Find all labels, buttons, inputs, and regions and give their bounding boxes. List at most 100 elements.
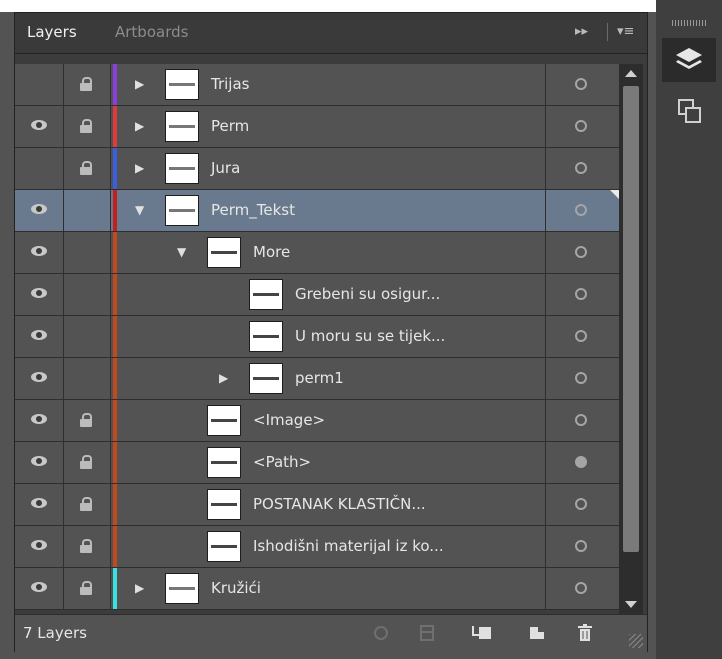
target-column[interactable] <box>545 232 619 273</box>
visibility-toggle[interactable] <box>15 568 64 609</box>
layer-row[interactable]: POSTANAK KLASTIČN... <box>15 484 619 526</box>
disclosure-right-icon[interactable]: ▶ <box>219 371 228 385</box>
target-circle-icon[interactable] <box>575 456 587 468</box>
layer-row[interactable]: Ishodišni materijal iz ko... <box>15 526 619 568</box>
lock-toggle[interactable] <box>64 358 111 399</box>
lock-toggle[interactable] <box>64 148 111 189</box>
target-circle-icon[interactable] <box>575 246 587 258</box>
layer-row[interactable]: ▼ More <box>15 232 619 274</box>
visibility-toggle[interactable] <box>15 106 64 147</box>
target-circle-icon[interactable] <box>575 204 587 216</box>
layers-panel-button[interactable] <box>662 38 716 82</box>
visibility-toggle[interactable] <box>15 64 64 105</box>
lock-toggle[interactable] <box>64 274 111 315</box>
visibility-toggle[interactable] <box>15 400 64 441</box>
lock-toggle[interactable] <box>64 316 111 357</box>
target-circle-icon[interactable] <box>575 540 587 552</box>
visibility-toggle[interactable] <box>15 526 64 567</box>
lock-toggle[interactable] <box>64 64 111 105</box>
artboards-panel-button[interactable] <box>662 90 716 134</box>
layer-row[interactable]: ▶ Kružići <box>15 568 619 610</box>
lock-toggle[interactable] <box>64 568 111 609</box>
scroll-down-arrow-icon[interactable] <box>625 601 637 608</box>
layer-name[interactable]: More <box>253 243 290 261</box>
layer-row[interactable]: ▼ Perm_Tekst <box>15 190 619 232</box>
lock-toggle[interactable] <box>64 106 111 147</box>
disclosure-right-icon[interactable]: ▶ <box>135 161 144 175</box>
target-column[interactable] <box>545 316 619 357</box>
resize-grip[interactable] <box>629 634 643 648</box>
layer-row[interactable]: <Path> <box>15 442 619 484</box>
target-column[interactable] <box>545 484 619 525</box>
target-column[interactable] <box>545 274 619 315</box>
layer-name[interactable]: Perm_Tekst <box>211 201 295 219</box>
visibility-toggle[interactable] <box>15 232 64 273</box>
fast-forward-icon[interactable]: ▸▸ <box>575 24 588 39</box>
scroll-up-arrow-icon[interactable] <box>625 70 637 77</box>
tab-layers[interactable]: Layers <box>15 13 99 54</box>
layer-name[interactable]: <Path> <box>253 453 311 471</box>
target-column[interactable] <box>545 400 619 441</box>
layer-name[interactable]: U moru su se tijek... <box>295 327 445 345</box>
visibility-toggle[interactable] <box>15 484 64 525</box>
target-column[interactable] <box>545 106 619 147</box>
layer-row[interactable]: Grebeni su osigur... <box>15 274 619 316</box>
layer-row[interactable]: ▶ Jura <box>15 148 619 190</box>
disclosure-right-icon[interactable]: ▶ <box>135 77 144 91</box>
target-circle-icon[interactable] <box>575 498 587 510</box>
delete-icon[interactable] <box>575 623 595 643</box>
layer-row[interactable]: U moru su se tijek... <box>15 316 619 358</box>
disclosure-down-icon[interactable]: ▼ <box>177 245 186 259</box>
locate-object-icon[interactable] <box>371 623 391 643</box>
layer-name[interactable]: Trijas <box>211 75 249 93</box>
layer-name[interactable]: Ishodišni materijal iz ko... <box>253 537 444 555</box>
layer-name[interactable]: Jura <box>211 159 240 177</box>
target-circle-icon[interactable] <box>575 288 587 300</box>
layer-name[interactable]: POSTANAK KLASTIČN... <box>253 495 426 513</box>
layers-scrollbar[interactable] <box>619 64 643 614</box>
target-circle-icon[interactable] <box>575 330 587 342</box>
layer-name[interactable]: Kružići <box>211 579 261 597</box>
disclosure-right-icon[interactable]: ▶ <box>135 581 144 595</box>
lock-toggle[interactable] <box>64 190 111 231</box>
target-circle-icon[interactable] <box>575 582 587 594</box>
tab-artboards[interactable]: Artboards <box>115 23 188 41</box>
lock-toggle[interactable] <box>64 442 111 483</box>
visibility-toggle[interactable] <box>15 358 64 399</box>
visibility-toggle[interactable] <box>15 316 64 357</box>
target-circle-icon[interactable] <box>575 162 587 174</box>
visibility-toggle[interactable] <box>15 190 64 231</box>
layer-name[interactable]: <Image> <box>253 411 325 429</box>
visibility-toggle[interactable] <box>15 442 64 483</box>
create-new-layer-icon[interactable] <box>527 623 547 643</box>
layer-row[interactable]: ▶ Perm <box>15 106 619 148</box>
target-circle-icon[interactable] <box>575 120 587 132</box>
target-column[interactable] <box>545 568 619 609</box>
layer-name[interactable]: Perm <box>211 117 249 135</box>
visibility-toggle[interactable] <box>15 274 64 315</box>
create-sublayer-icon[interactable] <box>471 623 495 643</box>
layer-row[interactable]: <Image> <box>15 400 619 442</box>
dock-grip[interactable] <box>672 20 708 26</box>
layer-row[interactable]: ▶ perm1 <box>15 358 619 400</box>
target-column[interactable] <box>545 64 619 105</box>
lock-toggle[interactable] <box>64 232 111 273</box>
lock-toggle[interactable] <box>64 400 111 441</box>
target-column[interactable] <box>545 442 619 483</box>
visibility-toggle[interactable] <box>15 148 64 189</box>
disclosure-right-icon[interactable]: ▶ <box>135 119 144 133</box>
scroll-thumb[interactable] <box>623 86 639 552</box>
target-column[interactable] <box>545 190 619 231</box>
lock-toggle[interactable] <box>64 484 111 525</box>
target-column[interactable] <box>545 358 619 399</box>
disclosure-down-icon[interactable]: ▼ <box>135 203 144 217</box>
target-column[interactable] <box>545 526 619 567</box>
layer-name[interactable]: perm1 <box>295 369 344 387</box>
layer-row[interactable]: ▶ Trijas <box>15 64 619 106</box>
target-circle-icon[interactable] <box>575 78 587 90</box>
target-circle-icon[interactable] <box>575 372 587 384</box>
make-clipping-mask-icon[interactable] <box>417 623 437 643</box>
panel-menu-icon[interactable]: ▾≡ <box>617 24 634 39</box>
layer-name[interactable]: Grebeni su osigur... <box>295 285 440 303</box>
target-circle-icon[interactable] <box>575 414 587 426</box>
